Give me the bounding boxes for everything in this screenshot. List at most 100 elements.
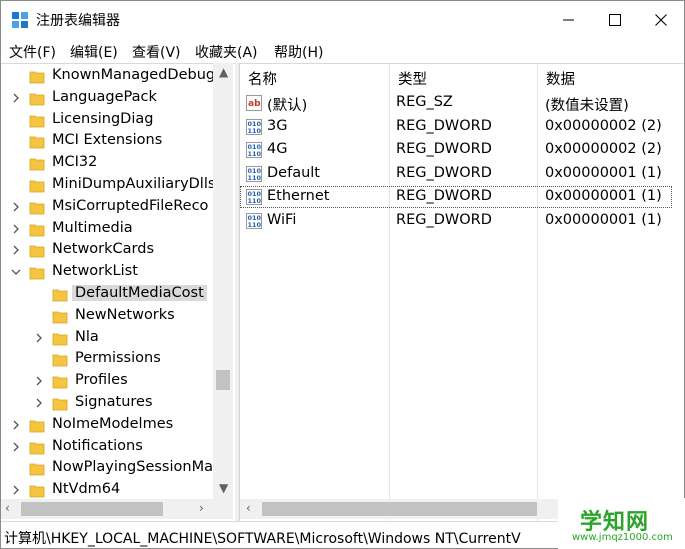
value-data: 0x00000001 (1) — [545, 212, 662, 228]
string-value-icon: ab — [246, 95, 262, 111]
svg-text:110: 110 — [248, 174, 262, 182]
value-row[interactable]: 010 110 Default REG_DWORD 0x00000001 (1) — [240, 163, 672, 185]
menu-view[interactable]: 查看(V) — [132, 42, 181, 62]
value-row[interactable]: ab (默认) REG_SZ (数值未设置) — [240, 92, 672, 114]
tree-item[interactable]: KnownManagedDebug — [1, 66, 215, 88]
value-row[interactable]: 010 110 4G REG_DWORD 0x00000002 (2) — [240, 139, 672, 161]
svg-text:110: 110 — [248, 221, 262, 229]
menu-edit[interactable]: 编辑(E) — [70, 42, 118, 62]
tree-item[interactable]: DefaultMediaCost — [1, 284, 215, 306]
tree-item[interactable]: MiniDumpAuxiliaryDlls — [1, 175, 215, 197]
tree-item[interactable]: NetworkCards — [1, 240, 215, 262]
tree-horizontal-scrollbar[interactable]: ‹ › — [1, 499, 233, 519]
folder-icon — [52, 354, 68, 367]
tree-item[interactable]: Permissions — [1, 349, 215, 371]
menu-bar: 文件(F) 编辑(E) 查看(V) 收藏夹(A) 帮助(H) — [1, 39, 684, 63]
folder-icon — [29, 202, 45, 215]
scroll-left-arrow-icon[interactable]: ‹ — [246, 501, 251, 515]
menu-favorites[interactable]: 收藏夹(A) — [195, 42, 258, 62]
column-header-data[interactable]: 数据 — [538, 64, 684, 89]
window-title: 注册表编辑器 — [36, 13, 120, 29]
scroll-up-arrow-icon[interactable]: ▲ — [219, 65, 228, 79]
tree-item-label: Multimedia — [52, 219, 133, 236]
tree-item-label: NetworkList — [52, 263, 138, 280]
tree-item[interactable]: LanguagePack — [1, 88, 215, 110]
scroll-down-arrow-icon[interactable]: ▼ — [219, 481, 228, 495]
folder-icon — [52, 398, 68, 411]
svg-text:110: 110 — [248, 150, 262, 158]
value-data: (数值未设置) — [545, 98, 629, 114]
tree-item-label: NtVdm64 — [52, 481, 121, 498]
tree-item-label: Signatures — [75, 394, 153, 410]
tree-horizontal-scroll-thumb[interactable] — [21, 502, 163, 516]
tree-item[interactable]: NewNetworks — [1, 306, 215, 328]
value-type: REG_SZ — [396, 94, 453, 110]
value-data: 0x00000002 (2) — [545, 117, 662, 134]
folder-icon — [29, 136, 45, 149]
folder-icon — [29, 463, 45, 476]
maximize-button[interactable] — [592, 1, 638, 39]
tree-item[interactable]: Multimedia — [1, 219, 215, 241]
tree-item[interactable]: MsiCorruptedFileReco — [1, 197, 215, 219]
close-button[interactable] — [638, 1, 684, 39]
scroll-left-arrow-icon[interactable]: ‹ — [5, 501, 10, 515]
chevron-right-icon[interactable] — [34, 333, 44, 343]
tree-item[interactable]: Signatures — [1, 393, 215, 415]
folder-icon — [29, 420, 45, 433]
list-horizontal-scroll-thumb[interactable] — [262, 502, 537, 516]
tree-vertical-scrollbar[interactable]: ▲ ▼ — [213, 63, 233, 499]
chevron-down-icon[interactable] — [11, 267, 21, 277]
chevron-right-icon[interactable] — [11, 224, 21, 234]
svg-text:ab: ab — [248, 99, 261, 109]
column-header-name[interactable]: 名称 — [240, 64, 390, 89]
chevron-right-icon[interactable] — [11, 202, 21, 212]
tree-item-label: MsiCorruptedFileReco — [52, 197, 209, 214]
chevron-right-icon[interactable] — [11, 93, 21, 103]
value-name: WiFi — [267, 212, 297, 228]
scroll-right-arrow-icon[interactable]: › — [199, 501, 204, 515]
chevron-right-icon[interactable] — [11, 420, 21, 430]
tree-item[interactable]: Notifications — [1, 437, 215, 459]
tree-item-label: MCI Extensions — [52, 132, 163, 149]
maximize-icon — [609, 14, 621, 26]
tree-item-label: KnownManagedDebug — [52, 67, 216, 83]
chevron-right-icon[interactable] — [34, 398, 44, 408]
chevron-right-icon[interactable] — [11, 442, 21, 452]
value-row[interactable]: 010 110 3G REG_DWORD 0x00000002 (2) — [240, 116, 672, 138]
minimize-button[interactable] — [546, 1, 592, 39]
tree-item[interactable]: LicensingDiag — [1, 110, 215, 132]
tree-item[interactable]: MCI32 — [1, 153, 215, 175]
watermark: 学知网 www.jmqz1000.com — [558, 498, 685, 549]
minimize-icon — [563, 19, 574, 21]
chevron-right-icon[interactable] — [11, 485, 21, 495]
menu-help[interactable]: 帮助(H) — [274, 42, 323, 62]
watermark-url: www.jmqz1000.com — [572, 532, 673, 543]
tree-item-label: Permissions — [75, 350, 161, 367]
menu-file[interactable]: 文件(F) — [9, 42, 56, 62]
value-row[interactable]: 010 110 WiFi REG_DWORD 0x00000001 (1) — [240, 210, 672, 232]
tree-item[interactable]: NowPlayingSessionMa — [1, 458, 215, 480]
values-list[interactable]: 名称 类型 数据 ab (默认) REG_SZ (数值未设置) 010 110 3G REG_… — [239, 63, 684, 522]
tree-item[interactable]: NetworkList — [1, 262, 215, 284]
tree-item-label: MiniDumpAuxiliaryDlls — [52, 176, 216, 192]
value-name: (默认) — [267, 98, 308, 114]
tree-item[interactable]: Nla — [1, 328, 215, 350]
tree-vertical-scroll-thumb[interactable] — [216, 370, 230, 390]
registry-tree[interactable]: KnownManagedDebug LanguagePack LicensingDi… — [1, 63, 235, 522]
binary-value-icon: 010110 — [246, 213, 262, 229]
binary-value-icon: 010110 — [246, 118, 262, 135]
folder-icon — [29, 224, 45, 236]
value-name: Ethernet — [267, 188, 330, 205]
chevron-right-icon[interactable] — [11, 245, 21, 255]
value-data: 0x00000001 (1) — [545, 188, 662, 205]
tree-item-label: Notifications — [52, 437, 143, 454]
value-type: REG_DWORD — [396, 188, 492, 205]
value-row[interactable]: 010 110 Ethernet REG_DWORD 0x00000001 (1) — [240, 186, 672, 209]
column-header-type[interactable]: 类型 — [390, 64, 538, 89]
tree-item[interactable]: Profiles — [1, 371, 215, 393]
tree-item[interactable]: NoImeModelmes — [1, 415, 215, 437]
title-bar[interactable]: 注册表编辑器 — [1, 1, 684, 39]
value-type: REG_DWORD — [396, 117, 492, 134]
chevron-right-icon[interactable] — [34, 376, 44, 386]
tree-item[interactable]: MCI Extensions — [1, 131, 215, 153]
